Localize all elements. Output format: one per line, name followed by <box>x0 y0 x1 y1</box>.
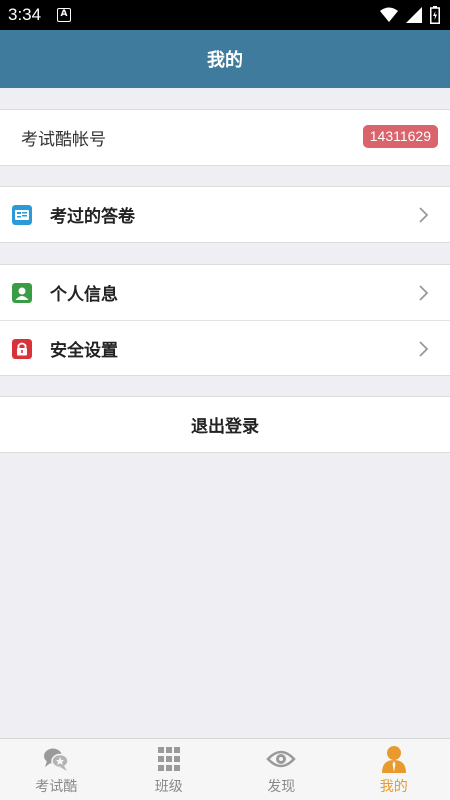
account-number-badge: 14311629 <box>362 125 438 148</box>
grid-icon <box>157 747 180 771</box>
account-label: 考试酷帐号 <box>21 130 106 150</box>
page-title: 我的 <box>207 50 243 71</box>
person-icon <box>12 283 32 303</box>
tab-mine[interactable]: 我的 <box>338 739 450 800</box>
tab-label: 我的 <box>379 779 408 795</box>
menu-item-label: 个人信息 <box>50 285 118 305</box>
tab-discover[interactable]: 发现 <box>225 739 338 800</box>
menu-item-label: 安全设置 <box>50 340 118 361</box>
tab-label: 考试酷 <box>35 779 78 795</box>
status-icons <box>380 6 440 24</box>
user-icon <box>381 746 406 773</box>
status-bar: 3:34 A <box>0 0 450 30</box>
answer-sheet-icon <box>12 205 32 225</box>
logout-button[interactable]: 退出登录 <box>0 397 450 452</box>
header: 我的 <box>0 30 450 88</box>
logout-card: 退出登录 <box>0 396 450 453</box>
wifi-icon <box>380 7 398 22</box>
menu-item-security-settings[interactable]: 安全设置 <box>0 320 450 375</box>
menu-item-personal-info[interactable]: 个人信息 <box>0 265 450 320</box>
account-row: 考试酷帐号 14311629 <box>0 110 450 165</box>
chevron-right-icon <box>419 207 429 223</box>
chevron-right-icon <box>419 341 429 357</box>
chevron-right-icon <box>419 285 429 301</box>
eye-icon <box>266 750 296 768</box>
tab-kaoshiku[interactable]: 考试酷 <box>0 739 113 800</box>
tab-label: 班级 <box>154 779 183 795</box>
bottom-tab-bar: 考试酷 班级 发现 我的 <box>0 738 450 800</box>
account-card: 考试酷帐号 14311629 <box>0 109 450 166</box>
logout-label: 退出登录 <box>191 417 259 437</box>
status-time: 3:34 <box>8 5 42 24</box>
tab-label: 发现 <box>267 779 296 795</box>
battery-icon <box>430 6 440 24</box>
menu-group-history: 考过的答卷 <box>0 186 450 243</box>
lock-icon <box>12 339 32 359</box>
tab-class[interactable]: 班级 <box>113 739 226 800</box>
notification-icon: A <box>57 8 71 22</box>
menu-item-answer-sheets[interactable]: 考过的答卷 <box>0 187 450 242</box>
chat-bubbles-icon <box>44 748 69 771</box>
menu-group-account: 个人信息 安全设置 <box>0 264 450 376</box>
signal-icon <box>406 7 422 23</box>
menu-item-label: 考过的答卷 <box>50 207 135 227</box>
